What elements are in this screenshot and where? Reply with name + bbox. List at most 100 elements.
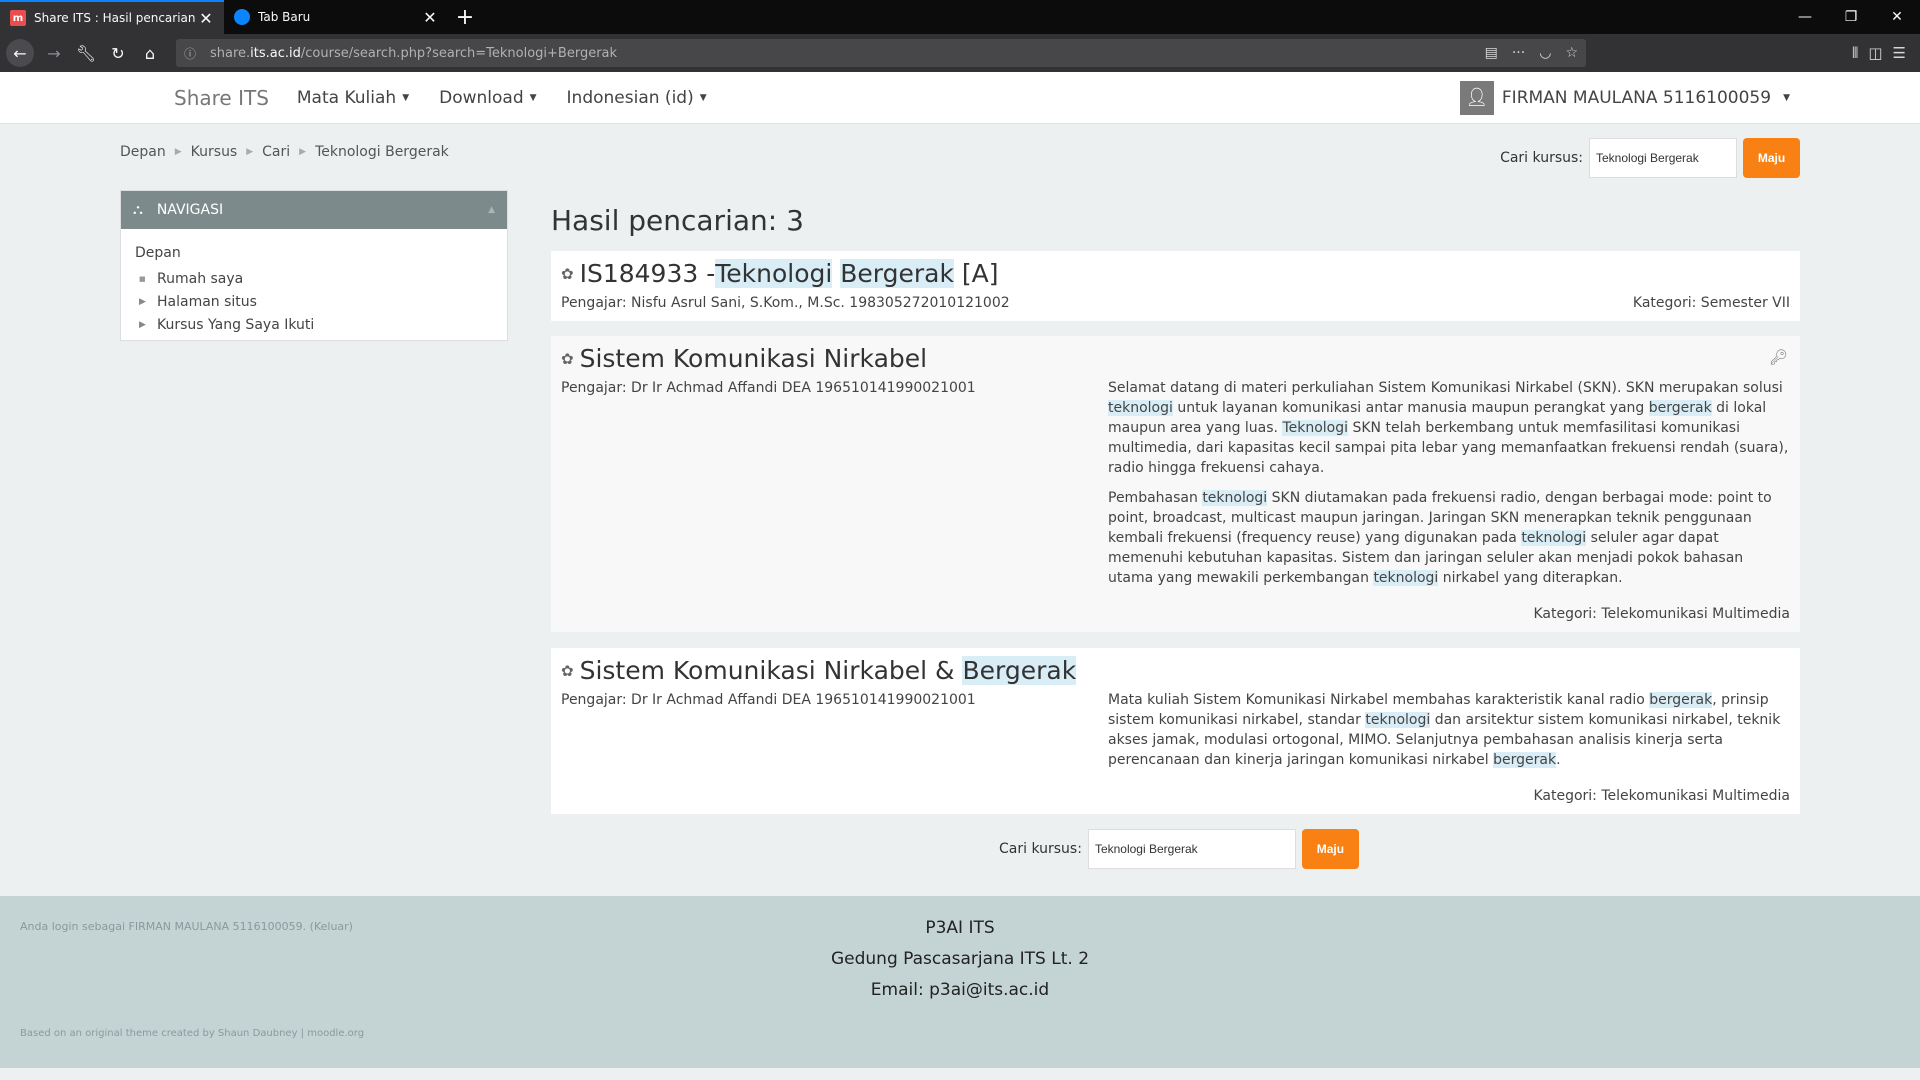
- caret-down-icon: ▼: [529, 92, 537, 103]
- course-category[interactable]: Kategori: Telekomunikasi Multimedia: [1533, 606, 1790, 622]
- menu-label: Mata Kuliah: [296, 87, 397, 108]
- course-result: ✿ Sistem Komunikasi Nirkabel 🔑︎ Pengajar:…: [551, 336, 1800, 632]
- summary-text: untuk layanan komunikasi antar manusia m…: [1172, 400, 1649, 416]
- nav-root-depan[interactable]: Depan: [135, 245, 493, 261]
- user-name: FIRMAN MAULANA 5116100059: [1501, 87, 1772, 108]
- navigation-block: ⛬ NAVIGASI ▲ Depan ■ Rumah saya ▶ Halama…: [120, 190, 508, 341]
- caret-down-icon: ▼: [1783, 92, 1790, 103]
- course-summary: Mata kuliah Sistem Komunikasi Nirkabel m…: [1108, 690, 1790, 780]
- reader-view-icon[interactable]: ▤: [1485, 45, 1498, 61]
- course-teacher[interactable]: Pengajar: Dr Ir Achmad Affandi DEA 19651…: [561, 692, 976, 708]
- breadcrumb-current: Teknologi Bergerak: [315, 144, 449, 160]
- nav-item-label: Rumah saya: [157, 270, 244, 287]
- forward-icon[interactable]: →: [38, 38, 70, 68]
- url-actions: ▤ ··· ◡ ☆: [1485, 45, 1578, 61]
- tab-new[interactable]: Tab Baru ✕: [224, 0, 448, 34]
- course-summary: Selamat datang di materi perkuliahan Sis…: [1108, 378, 1790, 598]
- search-go-button[interactable]: Maju: [1743, 138, 1800, 178]
- expand-arrow-icon[interactable]: ▶: [139, 297, 149, 307]
- url-domain: its.ac.id: [250, 45, 301, 61]
- menu-mata-kuliah[interactable]: Mata Kuliah ▼: [297, 88, 409, 108]
- tab-share-its[interactable]: m Share ITS : Hasil pencarian ✕: [0, 0, 224, 34]
- site-header: Share ITS Mata Kuliah ▼ Download ▼ Indones…: [0, 72, 1920, 124]
- course-teacher[interactable]: Pengajar: Nisfu Asrul Sani, S.Kom., M.Sc…: [561, 295, 1010, 311]
- nav-item-rumah-saya[interactable]: ■ Rumah saya: [139, 267, 493, 290]
- nav-item-kursus-saya-ikuti[interactable]: ▶ Kursus Yang Saya Ikuti: [139, 313, 493, 336]
- course-name-link[interactable]: ✿ Sistem Komunikasi Nirkabel & Bergerak: [561, 656, 1077, 685]
- bullet-icon: ■: [139, 274, 146, 283]
- summary-text: nirkabel yang diterapkan.: [1438, 570, 1623, 586]
- bookmark-star-icon[interactable]: ☆: [1565, 45, 1578, 61]
- browser-right-tools: ⫴ ◫ ☰: [1852, 44, 1914, 62]
- theme-credit[interactable]: Based on an original theme created by Sh…: [20, 1028, 364, 1039]
- back-icon[interactable]: ←: [6, 39, 34, 67]
- restore-icon[interactable]: ❐: [1828, 0, 1874, 34]
- minimize-icon[interactable]: —: [1782, 0, 1828, 34]
- browser-toolbar: ← → 🔧︎ ↻ ⌂ ⓘ share.its.ac.id/course/sear…: [0, 34, 1920, 72]
- wrench-icon[interactable]: 🔧︎: [70, 38, 102, 68]
- course-icon: ✿: [561, 349, 574, 368]
- collapse-icon[interactable]: ▲: [488, 205, 495, 215]
- close-tab-icon[interactable]: ✕: [422, 8, 438, 27]
- footer-email[interactable]: Email: p3ai@its.ac.id: [0, 980, 1920, 1000]
- course-icon: ✿: [561, 264, 574, 283]
- breadcrumb-depan[interactable]: Depan: [120, 144, 166, 160]
- breadcrumb-kursus[interactable]: Kursus: [191, 144, 238, 160]
- site-brand[interactable]: Share ITS: [174, 86, 269, 110]
- search-highlight: teknologi: [1373, 570, 1439, 586]
- course-category[interactable]: Kategori: Semester VII: [1633, 295, 1790, 311]
- firefox-icon: [234, 9, 250, 25]
- course-name-part: [A]: [953, 259, 999, 288]
- reload-icon[interactable]: ↻: [102, 38, 134, 68]
- search-input[interactable]: [1087, 829, 1296, 869]
- course-name-link[interactable]: ✿ IS184933 - Teknologi Bergerak [A]: [561, 259, 999, 288]
- summary-paragraph: Selamat datang di materi perkuliahan Sis…: [1108, 378, 1790, 478]
- summary-text: .: [1556, 752, 1561, 768]
- caret-down-icon: ▼: [402, 92, 410, 103]
- course-result: ✿ Sistem Komunikasi Nirkabel & Bergerak …: [551, 648, 1800, 814]
- navigation-header: ⛬ NAVIGASI ▲: [121, 191, 507, 229]
- window-controls: — ❐ ✕: [1782, 0, 1920, 34]
- sidebar-icon[interactable]: ◫: [1868, 44, 1882, 62]
- nav-item-halaman-situs[interactable]: ▶ Halaman situs: [139, 290, 493, 313]
- search-label: Cari kursus:: [1500, 150, 1583, 166]
- library-icon[interactable]: ⫴: [1852, 44, 1858, 62]
- close-tab-icon[interactable]: ✕: [198, 9, 214, 28]
- breadcrumb-separator-icon: ▶: [299, 147, 307, 157]
- search-highlight: teknologi: [1202, 490, 1268, 506]
- url-bar[interactable]: ⓘ share.its.ac.id/course/search.php?sear…: [176, 39, 1586, 67]
- search-go-button[interactable]: Maju: [1301, 829, 1359, 869]
- breadcrumb-cari[interactable]: Cari: [262, 144, 290, 160]
- user-menu[interactable]: 👤︎ FIRMAN MAULANA 5116100059 ▼: [1459, 80, 1790, 115]
- browser-tab-bar: m Share ITS : Hasil pencarian ✕ Tab Baru…: [0, 0, 1920, 34]
- course-name-link[interactable]: ✿ Sistem Komunikasi Nirkabel: [561, 344, 927, 373]
- breadcrumb-separator-icon: ▶: [174, 147, 182, 157]
- breadcrumb-separator-icon: ▶: [246, 147, 254, 157]
- info-icon[interactable]: ⓘ: [184, 45, 202, 62]
- search-highlight: teknologi: [1365, 712, 1431, 728]
- course-name-part: IS184933 -: [579, 259, 716, 288]
- enrol-key-icon: 🔑︎: [1768, 348, 1788, 366]
- search-label: Cari kursus:: [999, 841, 1082, 857]
- home-icon[interactable]: ⌂: [134, 38, 166, 68]
- menu-download[interactable]: Download ▼: [439, 88, 536, 108]
- footer-org: P3AI ITS: [925, 918, 995, 938]
- hamburger-menu-icon[interactable]: ☰: [1893, 44, 1906, 62]
- search-highlight: bergerak: [1493, 752, 1557, 768]
- expand-arrow-icon[interactable]: ▶: [139, 320, 149, 330]
- more-actions-icon[interactable]: ···: [1512, 45, 1525, 61]
- menu-language[interactable]: Indonesian (id) ▼: [567, 88, 707, 108]
- new-tab-button[interactable]: +: [448, 0, 482, 34]
- url-text[interactable]: share.its.ac.id/course/search.php?search…: [210, 46, 1485, 61]
- url-prefix: share.: [210, 45, 251, 61]
- course-category[interactable]: Kategori: Telekomunikasi Multimedia: [1533, 788, 1790, 804]
- close-window-icon[interactable]: ✕: [1874, 0, 1920, 34]
- navigation-tree: Depan ■ Rumah saya ▶ Halaman situs ▶ Kur…: [121, 229, 507, 340]
- pocket-icon[interactable]: ◡: [1539, 45, 1551, 61]
- search-highlight: bergerak: [1648, 400, 1712, 416]
- summary-text: Selamat datang di materi perkuliahan Sis…: [1108, 380, 1783, 396]
- search-input[interactable]: [1589, 138, 1737, 178]
- avatar: 👤︎: [1459, 80, 1494, 115]
- course-teacher[interactable]: Pengajar: Dr Ir Achmad Affandi DEA 19651…: [561, 380, 976, 396]
- navigation-title: NAVIGASI: [156, 202, 224, 218]
